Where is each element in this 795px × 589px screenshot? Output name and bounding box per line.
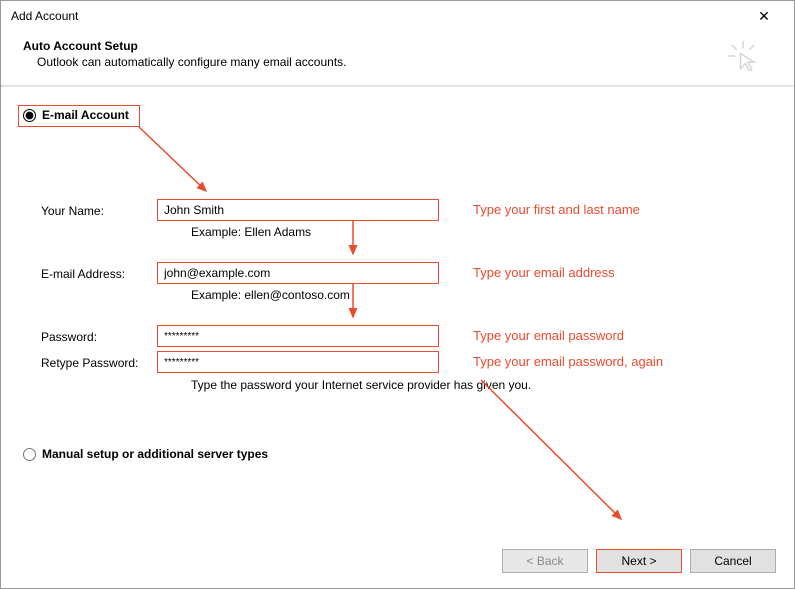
password-annotation: Type your email password bbox=[473, 328, 624, 343]
wizard-header: Auto Account Setup Outlook can automatic… bbox=[1, 31, 794, 85]
close-icon[interactable]: ✕ bbox=[744, 1, 784, 31]
radio-email-account[interactable]: E-mail Account bbox=[23, 108, 129, 122]
email-example: Example: ellen@contoso.com bbox=[191, 288, 350, 302]
back-button: < Back bbox=[502, 549, 588, 573]
wizard-footer: < Back Next > Cancel bbox=[1, 534, 794, 588]
radio-email-label: E-mail Account bbox=[42, 108, 129, 122]
email-input[interactable] bbox=[157, 262, 439, 284]
radio-manual-input[interactable] bbox=[23, 448, 36, 461]
email-annotation: Type your email address bbox=[473, 265, 615, 280]
password-hint: Type the password your Internet service … bbox=[191, 378, 531, 392]
header-title: Auto Account Setup bbox=[23, 39, 728, 53]
retype-input[interactable] bbox=[157, 351, 439, 373]
titlebar: Add Account ✕ bbox=[1, 1, 794, 31]
name-label: Your Name: bbox=[41, 204, 104, 218]
radio-manual-setup[interactable]: Manual setup or additional server types bbox=[23, 447, 268, 461]
header-subtitle: Outlook can automatically configure many… bbox=[37, 55, 728, 69]
password-label: Password: bbox=[41, 330, 97, 344]
cancel-button[interactable]: Cancel bbox=[690, 549, 776, 573]
retype-annotation: Type your email password, again bbox=[473, 354, 663, 369]
radio-email-input[interactable] bbox=[23, 109, 36, 122]
password-input[interactable] bbox=[157, 325, 439, 347]
next-button[interactable]: Next > bbox=[596, 549, 682, 573]
email-label: E-mail Address: bbox=[41, 267, 125, 281]
name-input[interactable] bbox=[157, 199, 439, 221]
radio-manual-label: Manual setup or additional server types bbox=[42, 447, 268, 461]
window-title: Add Account bbox=[11, 9, 744, 23]
name-annotation: Type your first and last name bbox=[473, 202, 640, 217]
cursor-icon bbox=[728, 41, 758, 71]
name-example: Example: Ellen Adams bbox=[191, 225, 311, 239]
wizard-body: E-mail Account Your Name: Example: Ellen… bbox=[1, 87, 794, 517]
retype-label: Retype Password: bbox=[41, 356, 138, 370]
